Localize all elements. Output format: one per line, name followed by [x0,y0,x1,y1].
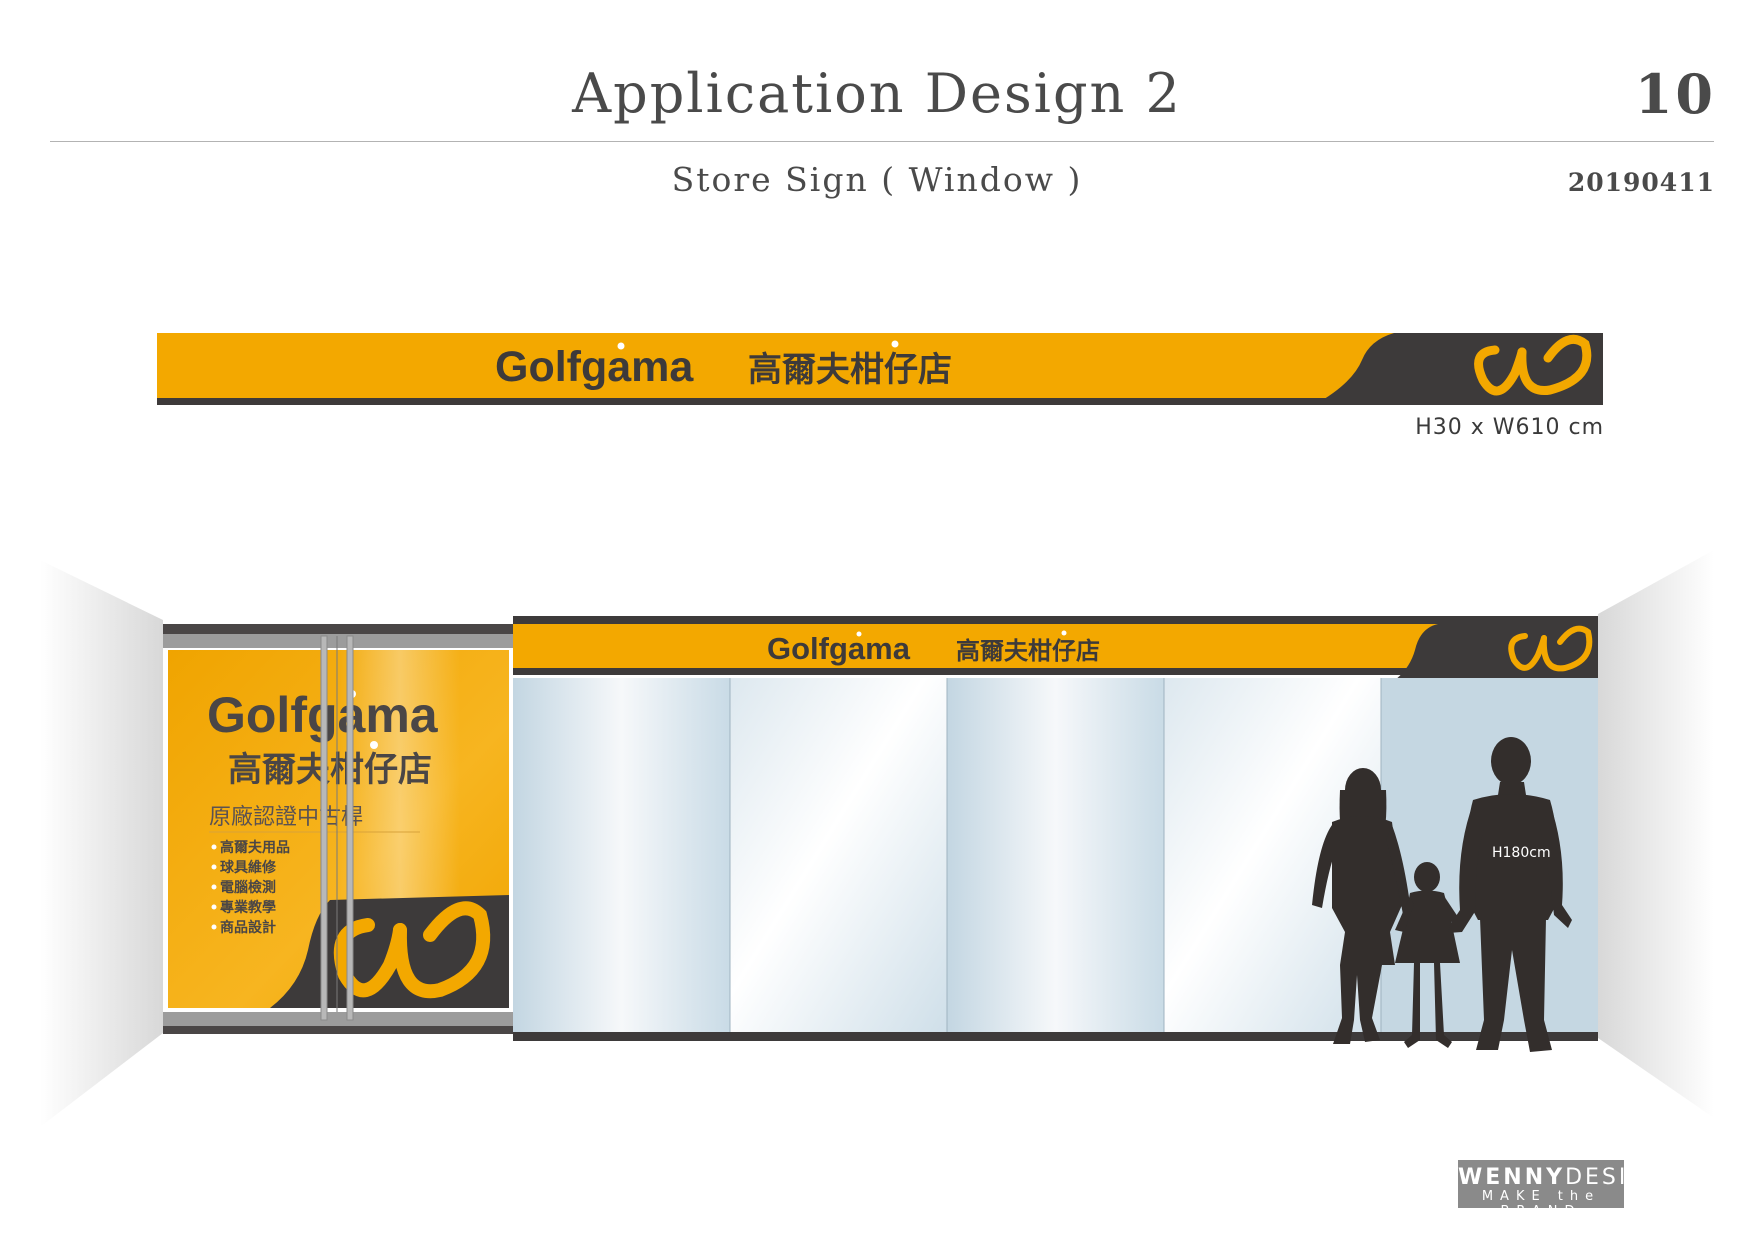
watermark-line-1: WENNYDESIGN [1458,1165,1665,1190]
window-sign-brand: Golfgama [767,631,911,666]
service-item-5: 商品設計 [220,919,276,936]
door-poster-tagline: 原廠認證中古桿 [209,805,363,830]
wennydesign-watermark: WENNYDESIGN MAKE the BRAND [1458,1160,1665,1219]
watermark-line-2: MAKE the BRAND [1481,1189,1601,1219]
sign-dimension: H30 x W610 cm [1415,415,1604,440]
top-sign-store-name: 高爾夫柑仔店 [748,350,952,390]
window-glass-panel-3 [947,678,1164,1032]
service-bullet-2 [211,864,217,870]
door-poster-dot-2 [370,741,378,749]
storefront-scene: Golfgama 高爾夫柑仔店 原廠認證中古桿 高爾夫用品 球具維修 電腦檢測 … [40,550,1714,1127]
service-item-4: 專業教學 [220,899,276,916]
service-bullet-1 [211,844,217,850]
top-sign-dot-1 [617,342,625,350]
service-bullet-5 [211,924,217,930]
door-poster-store-name: 高爾夫柑仔店 [228,750,432,790]
watermark-rest-word: DESIGN [1565,1165,1668,1190]
store-sign-illustration: Golfgama 高爾夫柑仔店 Golfgama 高爾夫柑仔店 原廠認證中古桿 [40,333,1714,1127]
window-base-strip [513,1032,1598,1041]
door-top-rail [163,634,513,648]
window-sign-store-name: 高爾夫柑仔店 [956,637,1100,665]
window-sign-bottom-strip [513,668,1598,675]
door-top-frame [163,624,513,634]
left-wall [40,560,163,1127]
window-sign-dot-1 [856,631,862,637]
window-glass-panel-1 [513,678,730,1032]
service-bullet-4 [211,904,217,910]
figure-height-label: H180cm [1492,845,1551,861]
top-sign-brand: Golfgama [495,343,694,391]
service-item-1: 高爾夫用品 [220,839,290,856]
top-sign-dot-2 [891,340,899,348]
right-wall [1598,550,1714,1118]
top-sign: Golfgama 高爾夫柑仔店 [157,333,1603,405]
window-sign-dot-2 [1061,630,1067,636]
door-bottom-rail [163,1012,513,1026]
door-handle-left [320,635,328,1021]
door-bottom-frame [163,1026,513,1034]
service-item-2: 球具維修 [220,859,277,876]
top-sign-bottom-strip [157,398,1603,405]
window-sign-top-strip [513,616,1598,624]
service-item-3: 電腦檢測 [220,879,276,896]
watermark-bold-word: WENNY [1458,1165,1566,1190]
door-handle-right [346,635,354,1021]
window-glass-panel-2 [730,678,947,1032]
service-bullet-3 [211,884,217,890]
